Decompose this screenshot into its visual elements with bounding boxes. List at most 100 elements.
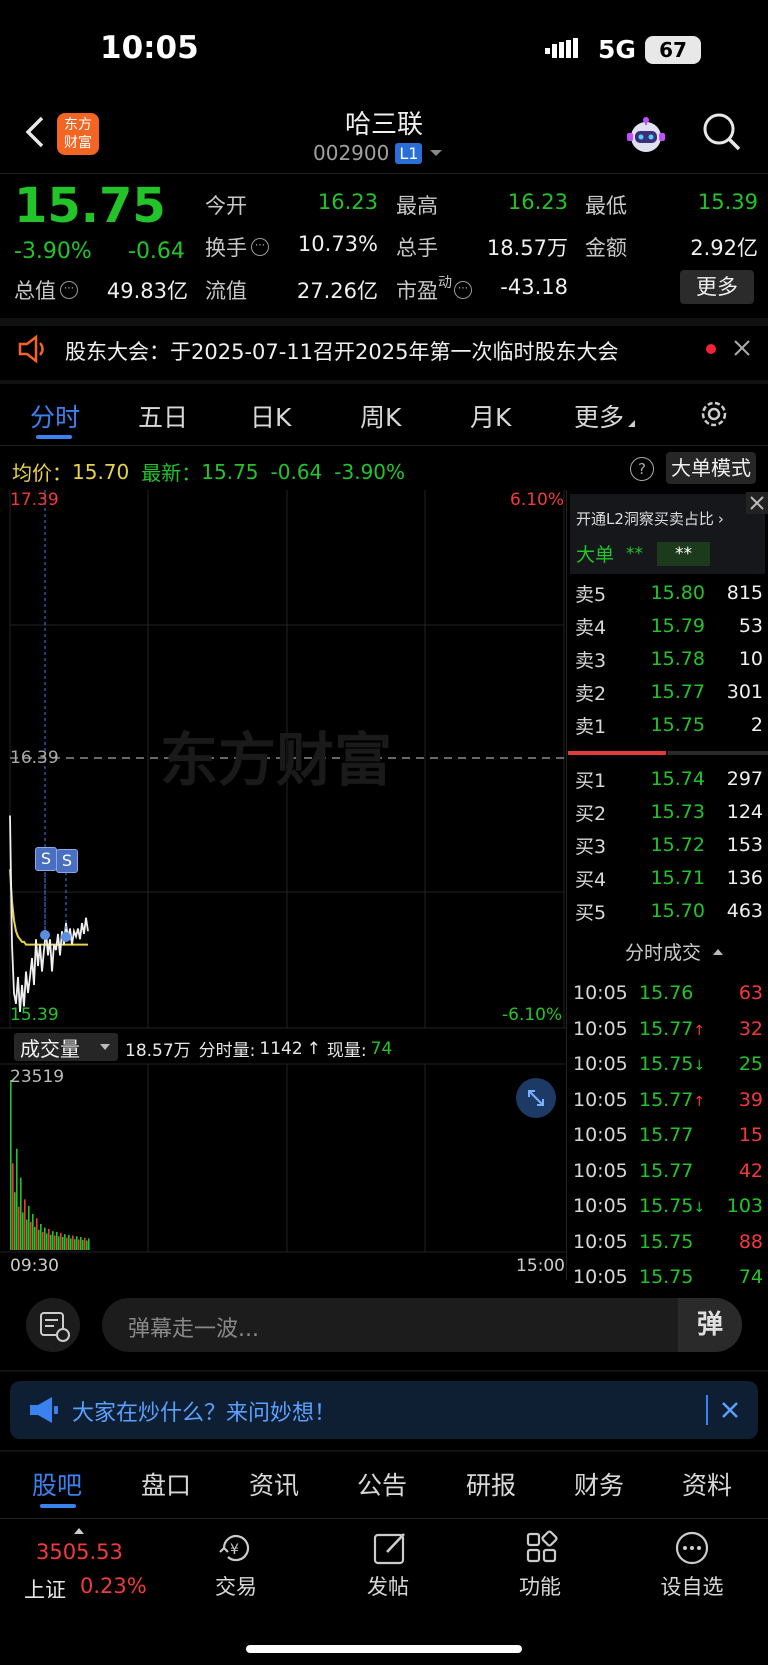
search-icon[interactable] [700, 110, 744, 154]
ask-banner[interactable]: 大家在炒什么？来问妙想！ [10, 1381, 758, 1439]
high-value: 16.23 [507, 190, 568, 214]
nav-add-watchlist[interactable]: 设自选 [642, 1571, 742, 1601]
tab-forum[interactable]: 股吧 [32, 1466, 82, 1502]
volume-bar [10, 1080, 12, 1250]
tab-news[interactable]: 资讯 [249, 1466, 299, 1502]
bid-volume: 136 [726, 867, 763, 889]
trade-volume: 88 [738, 1230, 763, 1253]
volume-bar [74, 1239, 76, 1250]
trades-header[interactable]: 分时成交 [625, 938, 724, 965]
danmu-input[interactable]: 弹幕走一波... 弹 [102, 1298, 742, 1352]
tab-market[interactable]: 盘口 [141, 1466, 191, 1502]
volume-bar [32, 1213, 34, 1250]
minute-volume-label: 分时量: [198, 1041, 256, 1061]
volume-bar [54, 1235, 56, 1250]
more-dots-icon[interactable] [672, 1528, 712, 1568]
up-arrow-icon: ↑ [693, 1093, 706, 1110]
tab-research[interactable]: 研报 [466, 1466, 516, 1502]
notice-text[interactable]: 股东大会：于2025-07-11召开2025年第一次临时股东大会 [65, 336, 618, 366]
volume-bar [76, 1236, 78, 1250]
sell-marker[interactable]: S [35, 847, 57, 871]
tab-more[interactable]: 更多 [574, 398, 636, 434]
change-percent: -3.90% [14, 239, 92, 264]
volume-bar [38, 1229, 40, 1250]
comment-list-icon[interactable] [26, 1298, 80, 1352]
marker-dot [61, 932, 71, 942]
danmu-toggle-button[interactable]: 弹 [678, 1298, 742, 1352]
trade-icon[interactable]: ¥ [216, 1528, 256, 1568]
now-volume-label: 现量: [326, 1041, 367, 1061]
close-icon[interactable] [746, 492, 768, 514]
bid-volume: 153 [726, 834, 763, 856]
intraday-chart[interactable]: 东方财富 [0, 490, 566, 1280]
volume-bar [30, 1221, 32, 1250]
info-dots-icon[interactable]: ⋯ [60, 281, 78, 299]
help-icon[interactable]: ? [630, 457, 654, 481]
now-volume-value: 74 [370, 1038, 393, 1059]
trades-title: 分时成交 [625, 942, 702, 964]
turnover-value: 10.73% [297, 232, 378, 256]
up-arrow-icon: ↑ [306, 1038, 321, 1059]
stock-code-row[interactable]: 002900 L1 [313, 141, 443, 165]
tab-week-k[interactable]: 周K [360, 398, 401, 434]
ask-price: 15.75 [650, 714, 705, 736]
tab-profile[interactable]: 资料 [682, 1466, 732, 1502]
trade-price: 15.76 [639, 982, 694, 1004]
sell-marker[interactable]: S [56, 849, 78, 873]
nav-function[interactable]: 功能 [490, 1571, 590, 1601]
trade-time: 10:05 [573, 1017, 628, 1040]
y-axis-mid: 16.39 [10, 748, 59, 768]
nav-trade[interactable]: 交易 [186, 1571, 286, 1601]
ask-volume: 10 [738, 648, 763, 670]
caret-up-icon [713, 948, 724, 955]
volume-bar [60, 1232, 62, 1250]
y-axis-top: 17.39 [10, 490, 59, 510]
compose-icon[interactable] [370, 1528, 410, 1568]
bid-volume: 124 [726, 801, 763, 823]
robot-assistant-icon[interactable] [623, 112, 669, 158]
trade-row: 10:05 15.75 88 [573, 1225, 763, 1259]
tab-five-day[interactable]: 五日 [138, 398, 188, 434]
latest-change: -0.64 [270, 459, 323, 484]
trade-price: 15.77 [639, 1124, 694, 1146]
volume-bar [52, 1231, 54, 1250]
high-label: 最高 [396, 194, 438, 218]
bid-label: 买5 [575, 901, 607, 924]
more-button[interactable]: 更多 [680, 270, 754, 304]
volume-total: 18.57万 [125, 1041, 191, 1061]
avg-label: 均价： [12, 461, 72, 485]
volume-bar [24, 1199, 26, 1250]
big-order-mode-button[interactable]: 大单模式 [666, 452, 756, 484]
bottom-tab-indicator [40, 1504, 76, 1508]
close-icon[interactable] [720, 1400, 740, 1420]
index-widget[interactable]: 3505.53 上证 0.23% [20, 1528, 170, 1618]
up-arrow-icon: ↑ [693, 1022, 706, 1039]
volume-bar [68, 1234, 70, 1250]
trade-row: 10:05 15.76 63 [573, 976, 763, 1010]
tab-minute[interactable]: 分时 [30, 398, 80, 434]
caret-down-icon [430, 150, 443, 156]
tab-day-k[interactable]: 日K [250, 398, 291, 434]
nav-post[interactable]: 发帖 [338, 1571, 438, 1601]
volume-indicator-select[interactable]: 成交量 [14, 1033, 118, 1061]
bid-volume: 463 [726, 900, 763, 922]
low-label: 最低 [585, 194, 627, 218]
tab-finance[interactable]: 财务 [574, 1466, 624, 1502]
unread-dot [706, 344, 716, 354]
tab-announcements[interactable]: 公告 [357, 1466, 407, 1502]
volume-bar [36, 1218, 38, 1250]
expand-icon[interactable] [516, 1078, 556, 1118]
tab-month-k[interactable]: 月K [470, 398, 511, 434]
level-badge: L1 [395, 142, 423, 164]
price-info-line: 均价： 15.70 最新： 15.75 -0.64 -3.90% [12, 457, 405, 486]
trade-time: 10:05 [573, 982, 628, 1004]
trade-row: 10:05 15.77 15 [573, 1118, 763, 1152]
volume-bar [70, 1238, 72, 1250]
close-icon[interactable] [732, 338, 752, 358]
l2-promo[interactable]: 开通L2洞察买卖占比 › 大单 ** ** [570, 494, 765, 574]
grid-apps-icon[interactable] [522, 1528, 562, 1568]
info-dots-icon[interactable]: ⋯ [251, 238, 269, 256]
volume-bar [14, 1192, 16, 1250]
settings-gear-icon[interactable] [698, 398, 730, 430]
status-time: 10:05 [100, 30, 199, 66]
